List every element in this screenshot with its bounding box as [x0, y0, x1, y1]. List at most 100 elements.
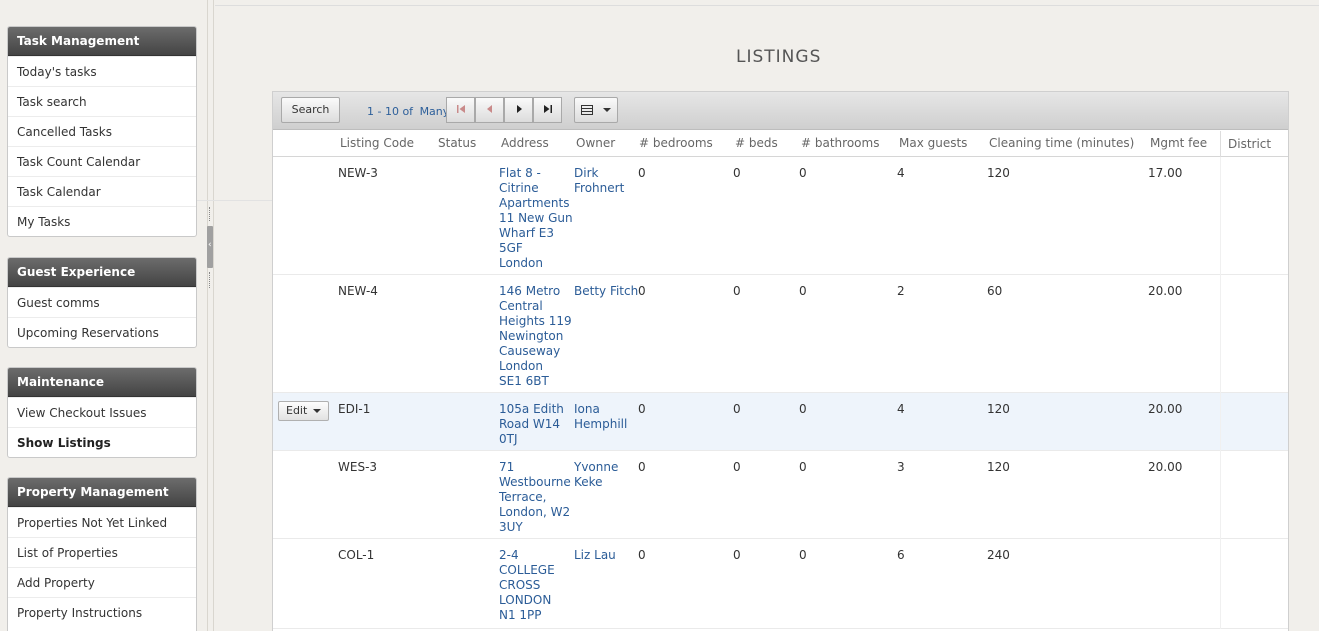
last-page-button[interactable] [533, 97, 562, 123]
column-header-address[interactable]: Address [501, 136, 549, 150]
sidebar-item-guest-comms[interactable]: Guest comms [8, 287, 196, 317]
cell-address-line[interactable]: COLLEGE [499, 563, 555, 578]
table-row[interactable]: Edit EDI-1 105a Edith Road W14 0TJ Iona Hemphi… [273, 393, 1288, 451]
cell-address-line[interactable]: Causeway [499, 344, 572, 359]
cell-address-line[interactable]: 146 Metro [499, 284, 572, 299]
cell-address-line[interactable]: Heights 119 [499, 314, 572, 329]
column-header-status[interactable]: Status [438, 136, 476, 150]
panel-task-management: Task Management Today's tasks Task searc… [7, 26, 197, 237]
cell-address-line[interactable]: SE1 6BT [499, 374, 572, 389]
edit-button[interactable]: Edit [278, 401, 329, 421]
table-row[interactable]: NEW-3 Flat 8 - Citrine Apartments 11 New Gun… [273, 157, 1288, 275]
cell-address-line[interactable]: Westbourne [499, 475, 571, 490]
cell-owner[interactable]: Liz Lau [574, 548, 616, 563]
cell-address-line[interactable]: 11 New Gun [499, 211, 573, 226]
column-header-beds[interactable]: # beds [735, 136, 778, 150]
column-header-bedrooms[interactable]: # bedrooms [639, 136, 713, 150]
panel-header: Maintenance [8, 368, 196, 397]
cell-address-line[interactable]: CROSS [499, 578, 555, 593]
cell-owner-line[interactable]: Frohnert [574, 181, 624, 196]
sidebar-item-todays-tasks[interactable]: Today's tasks [8, 56, 196, 86]
first-page-button[interactable] [446, 97, 475, 123]
cell-address-line[interactable]: 105a Edith [499, 402, 564, 417]
cell-address-line[interactable]: Newington [499, 329, 572, 344]
cell-owner-line[interactable]: Dirk [574, 166, 624, 181]
column-header-listing-code[interactable]: Listing Code [340, 136, 414, 150]
cell-owner-line[interactable]: Yvonne [574, 460, 618, 475]
table-row[interactable]: COL-1 2-4 COLLEGE CROSS LONDON N1 1PP Liz Lau 0… [273, 539, 1288, 629]
cell-address-line[interactable]: Citrine [499, 181, 573, 196]
sidebar-item-list-of-properties[interactable]: List of Properties [8, 537, 196, 567]
sidebar-item-show-listings[interactable]: Show Listings [8, 427, 196, 457]
cell-address-line[interactable]: London [499, 256, 573, 271]
column-header-mgmt-fee[interactable]: Mgmt fee [1150, 136, 1207, 150]
next-page-icon [516, 105, 522, 113]
cell-bathrooms: 0 [799, 548, 807, 562]
cell-bedrooms: 0 [638, 166, 646, 180]
cell-owner-line[interactable]: Iona [574, 402, 627, 417]
cell-max-guests: 6 [897, 548, 905, 562]
search-button[interactable]: Search [281, 97, 340, 123]
prev-page-icon [486, 105, 492, 113]
sidebar-item-cancelled-tasks[interactable]: Cancelled Tasks [8, 116, 196, 146]
sidebar-item-task-calendar[interactable]: Task Calendar [8, 176, 196, 206]
cell-address[interactable]: 105a Edith Road W14 0TJ [499, 402, 564, 447]
cell-address-line[interactable]: Terrace, [499, 490, 571, 505]
splitter-grip[interactable] [209, 207, 211, 221]
splitter-grip[interactable] [209, 272, 211, 288]
pager-total[interactable]: Many [420, 105, 450, 118]
sidebar-item-upcoming-reservations[interactable]: Upcoming Reservations [8, 317, 196, 347]
sidebar: Task Management Today's tasks Task searc… [0, 0, 207, 631]
sidebar-item-task-search[interactable]: Task search [8, 86, 196, 116]
cell-address-line[interactable]: London [499, 359, 572, 374]
cell-max-guests: 4 [897, 166, 905, 180]
cell-owner[interactable]: Betty Fitch [574, 284, 638, 299]
cell-owner-line[interactable]: Liz Lau [574, 548, 616, 563]
cell-address[interactable]: 71 Westbourne Terrace, London, W2 3UY [499, 460, 571, 535]
column-header-district[interactable]: District [1228, 137, 1271, 151]
sidebar-item-property-instructions[interactable]: Property Instructions [8, 597, 196, 627]
cell-address-line[interactable]: N1 1PP [499, 608, 555, 623]
column-view-button[interactable] [574, 97, 618, 123]
table-row[interactable]: NEW-4 146 Metro Central Heights 119 Newingto… [273, 275, 1288, 393]
cell-address-line[interactable]: 3UY [499, 520, 571, 535]
cell-owner[interactable]: Yvonne Keke [574, 460, 618, 490]
cell-owner[interactable]: Iona Hemphill [574, 402, 627, 432]
cell-address-line[interactable]: Apartments [499, 196, 573, 211]
cell-bedrooms: 0 [638, 460, 646, 474]
chevron-down-icon [602, 108, 611, 112]
cell-address-line[interactable]: 71 [499, 460, 571, 475]
sidebar-item-my-tasks[interactable]: My Tasks [8, 206, 196, 236]
cell-address[interactable]: 146 Metro Central Heights 119 Newington Caus… [499, 284, 572, 389]
table-row[interactable]: WES-3 71 Westbourne Terrace, London, W2 3UY Yv… [273, 451, 1288, 539]
prev-page-button[interactable] [475, 97, 504, 123]
cell-cleaning-time: 120 [987, 402, 1010, 416]
cell-address[interactable]: Flat 8 - Citrine Apartments 11 New Gun Wharf… [499, 166, 573, 271]
cell-address-line[interactable]: 0TJ [499, 432, 564, 447]
cell-address-line[interactable]: Wharf E3 [499, 226, 573, 241]
cell-owner-line[interactable]: Keke [574, 475, 618, 490]
cell-address[interactable]: 2-4 COLLEGE CROSS LONDON N1 1PP [499, 548, 555, 623]
cell-address-line[interactable]: London, W2 [499, 505, 571, 520]
chevron-down-icon [313, 409, 322, 413]
column-header-cleaning-time[interactable]: Cleaning time (minutes) [989, 136, 1134, 150]
column-view-icon [581, 105, 594, 115]
cell-address-line[interactable]: Road W14 [499, 417, 564, 432]
sidebar-item-properties-not-yet-linked[interactable]: Properties Not Yet Linked [8, 507, 196, 537]
cell-owner[interactable]: Dirk Frohnert [574, 166, 624, 196]
cell-address-line[interactable]: 5GF [499, 241, 573, 256]
sidebar-item-view-checkout-issues[interactable]: View Checkout Issues [8, 397, 196, 427]
sidebar-item-add-property[interactable]: Add Property [8, 567, 196, 597]
column-separator[interactable] [1220, 131, 1221, 157]
cell-address-line[interactable]: LONDON [499, 593, 555, 608]
column-header-owner[interactable]: Owner [576, 136, 615, 150]
cell-address-line[interactable]: 2-4 [499, 548, 555, 563]
next-page-button[interactable] [504, 97, 533, 123]
cell-address-line[interactable]: Flat 8 - [499, 166, 573, 181]
sidebar-item-task-count-calendar[interactable]: Task Count Calendar [8, 146, 196, 176]
column-header-bathrooms[interactable]: # bathrooms [801, 136, 879, 150]
column-header-max-guests[interactable]: Max guests [899, 136, 967, 150]
cell-owner-line[interactable]: Betty Fitch [574, 284, 638, 299]
cell-address-line[interactable]: Central [499, 299, 572, 314]
cell-owner-line[interactable]: Hemphill [574, 417, 627, 432]
